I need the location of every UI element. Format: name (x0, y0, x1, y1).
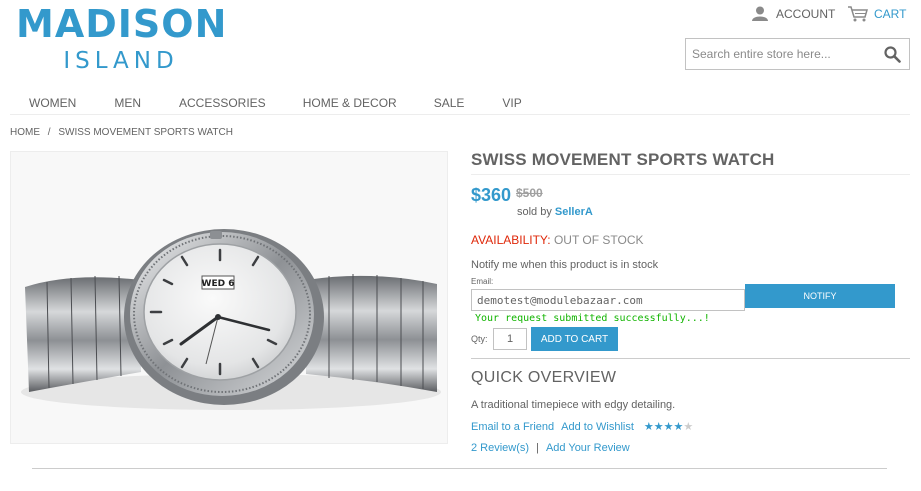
nav-item-accessories[interactable]: ACCESSORIES (179, 88, 266, 114)
product-links: Email to a Friend Add to Wishlist ★ ★ ★ ★ ★ (471, 421, 693, 433)
overview-text: A traditional timepiece with edgy detail… (471, 399, 676, 411)
cart-label: CART (874, 7, 907, 21)
reviews-link[interactable]: 2 Review(s) (471, 442, 529, 454)
star-filled-icon: ★ (653, 420, 664, 433)
logo-main-text: MADISON (16, 2, 228, 46)
success-message: Your request submitted successfully...! (475, 313, 710, 324)
sold-by: sold by SellerA (517, 206, 593, 218)
title-divider (471, 174, 910, 175)
logo-sub-text: ISLAND (63, 48, 179, 74)
notify-button[interactable]: NOTIFY (745, 284, 895, 308)
breadcrumb-home[interactable]: HOME (10, 127, 40, 138)
reviews-links: 2 Review(s) | Add Your Review (471, 442, 630, 454)
account-link[interactable]: ACCOUNT (752, 6, 835, 21)
qty-input[interactable] (493, 328, 527, 350)
email-field[interactable] (471, 289, 745, 311)
availability: AVAILABILITY: OUT OF STOCK (471, 233, 644, 247)
account-label: ACCOUNT (776, 6, 836, 21)
reviews-separator: | (536, 442, 539, 454)
account-icon (752, 6, 768, 21)
availability-label: AVAILABILITY: (471, 233, 551, 247)
search-button[interactable] (884, 46, 901, 68)
star-empty-icon: ★ (683, 420, 694, 433)
product-old-price: $500 (516, 186, 543, 200)
product-title: SWISS MOVEMENT SPORTS WATCH (471, 150, 775, 169)
add-review-link[interactable]: Add Your Review (546, 442, 630, 454)
star-filled-icon: ★ (643, 420, 654, 433)
search-box (685, 38, 910, 70)
product-price: $360 (471, 185, 512, 205)
add-wishlist-link[interactable]: Add to Wishlist (561, 421, 634, 433)
watch-date-text: WED 6 (202, 279, 235, 289)
search-icon (884, 46, 901, 63)
notify-description: Notify me when this product is in stock (471, 259, 659, 271)
nav-item-men[interactable]: MEN (114, 88, 141, 114)
search-input[interactable] (686, 39, 876, 69)
availability-value: OUT OF STOCK (553, 233, 644, 247)
qty-label: Qty: (471, 334, 488, 344)
sold-by-prefix: sold by (517, 206, 552, 218)
cart-icon (848, 6, 868, 22)
overview-divider (471, 358, 910, 359)
nav-item-women[interactable]: WOMEN (29, 88, 76, 114)
breadcrumb-current: SWISS MOVEMENT SPORTS WATCH (58, 127, 233, 138)
product-image[interactable]: WED 6 (10, 151, 448, 444)
overview-title: QUICK OVERVIEW (471, 369, 617, 386)
star-filled-icon: ★ (673, 420, 684, 433)
nav-item-vip[interactable]: VIP (502, 88, 521, 114)
breadcrumb: HOME / SWISS MOVEMENT SPORTS WATCH (10, 127, 233, 138)
cart-link[interactable]: CART (847, 6, 906, 22)
email-label: Email: (471, 277, 494, 286)
store-logo[interactable]: MADISON ISLAND (16, 4, 226, 76)
watch-illustration: WED 6 (11, 152, 447, 443)
breadcrumb-separator: / (47, 127, 51, 138)
seller-link[interactable]: SellerA (555, 206, 593, 218)
nav-item-home-decor[interactable]: HOME & DECOR (303, 88, 397, 114)
rating-stars: ★ ★ ★ ★ ★ (643, 420, 694, 433)
main-nav: WOMEN MEN ACCESSORIES HOME & DECOR SALE … (10, 88, 910, 115)
bottom-divider (32, 468, 887, 469)
star-filled-icon: ★ (663, 420, 674, 433)
add-to-cart-button[interactable]: ADD TO CART (531, 327, 618, 351)
nav-item-sale[interactable]: SALE (434, 88, 465, 114)
email-friend-link[interactable]: Email to a Friend (471, 421, 554, 433)
